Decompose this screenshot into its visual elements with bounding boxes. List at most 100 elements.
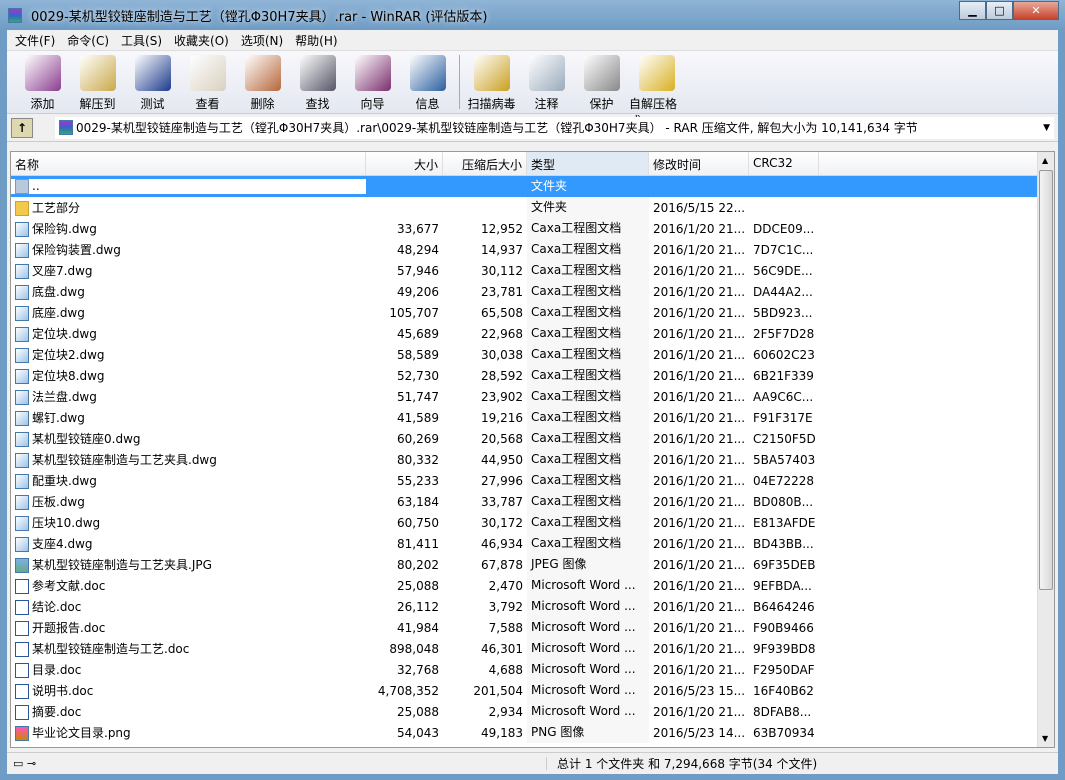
table-row[interactable]: 定位块2.dwg 58,589 30,038 Caxa工程图文档 2016/1/20 2…: [11, 344, 1054, 365]
table-row[interactable]: 支座4.dwg 81,411 46,934 Caxa工程图文档 2016/1/20 21…: [11, 533, 1054, 554]
table-row[interactable]: 底座.dwg 105,707 65,508 Caxa工程图文档 2016/1/20 21…: [11, 302, 1054, 323]
table-row[interactable]: 摘要.doc 25,088 2,934 Microsoft Word ... 2016/…: [11, 701, 1054, 722]
vertical-scrollbar[interactable]: ▲ ▼: [1037, 152, 1054, 747]
column-header[interactable]: CRC32: [749, 152, 819, 175]
toolbar-button-wizard[interactable]: 向导: [345, 55, 400, 112]
close-button[interactable]: ✕: [1013, 1, 1059, 20]
table-row[interactable]: 参考文献.doc 25,088 2,470 Microsoft Word ... 201…: [11, 575, 1054, 596]
toolbar-button-view[interactable]: 查看: [180, 55, 235, 112]
file-size: 45,689: [397, 326, 439, 341]
toolbar-button-find[interactable]: 查找: [290, 55, 345, 112]
modified-time: 2016/1/20 21...: [653, 431, 746, 446]
cell: 2016/1/20 21...: [649, 558, 749, 572]
table-row[interactable]: 毕业论文目录.png 54,043 49,183 PNG 图像 2016/5/23 14…: [11, 722, 1054, 743]
table-row[interactable]: 定位块8.dwg 52,730 28,592 Caxa工程图文档 2016/1/20 2…: [11, 365, 1054, 386]
table-row[interactable]: 某机型铰链座制造与工艺夹具.JPG 80,202 67,878 JPEG 图像 2016…: [11, 554, 1054, 575]
file-size: 80,332: [397, 452, 439, 467]
modified-time: 2016/1/20 21...: [653, 599, 746, 614]
table-row[interactable]: 某机型铰链座0.dwg 60,269 20,568 Caxa工程图文档 2016/1/2…: [11, 428, 1054, 449]
table-row[interactable]: 配重块.dwg 55,233 27,996 Caxa工程图文档 2016/1/20 21…: [11, 470, 1054, 491]
scroll-down-icon[interactable]: ▼: [1042, 734, 1048, 743]
column-header[interactable]: 类型: [527, 152, 649, 175]
path-dropdown-icon[interactable]: ▼: [1043, 123, 1050, 133]
table-row[interactable]: 底盘.dwg 49,206 23,781 Caxa工程图文档 2016/1/20 21.…: [11, 281, 1054, 302]
table-row[interactable]: 开题报告.doc 41,984 7,588 Microsoft Word ... 201…: [11, 617, 1054, 638]
cell: 57,946: [366, 264, 443, 278]
table-row[interactable]: 螺钉.dwg 41,589 19,216 Caxa工程图文档 2016/1/20 21.…: [11, 407, 1054, 428]
crc32: 8DFAB8...: [753, 704, 812, 719]
file-type: Caxa工程图文档: [531, 347, 622, 361]
scroll-up-icon[interactable]: ▲: [1042, 156, 1048, 165]
toolbar-button-comment[interactable]: 注释: [519, 55, 574, 112]
modified-time: 2016/1/20 21...: [653, 389, 746, 404]
table-row[interactable]: 结论.doc 26,112 3,792 Microsoft Word ... 2016/…: [11, 596, 1054, 617]
table-row[interactable]: 某机型铰链座制造与工艺.doc 898,048 46,301 Microsoft Wo…: [11, 638, 1054, 659]
menu-item[interactable]: 选项(N): [235, 32, 289, 49]
table-row[interactable]: 定位块.dwg 45,689 22,968 Caxa工程图文档 2016/1/20 21…: [11, 323, 1054, 344]
file-name: 目录.doc: [32, 663, 82, 677]
table-row[interactable]: .. 文件夹: [11, 176, 1054, 197]
modified-time: 2016/1/20 21...: [653, 452, 746, 467]
table-row[interactable]: 叉座7.dwg 57,946 30,112 Caxa工程图文档 2016/1/20 21…: [11, 260, 1054, 281]
menu-item[interactable]: 收藏夹(O): [168, 32, 235, 49]
menu-item[interactable]: 文件(F): [9, 32, 61, 49]
file-type: Microsoft Word ...: [531, 704, 636, 718]
table-row[interactable]: 压块10.dwg 60,750 30,172 Caxa工程图文档 2016/1/20 2…: [11, 512, 1054, 533]
toolbar-button-extract-to[interactable]: 解压到: [70, 55, 125, 112]
cell: AA9C6C...: [749, 390, 819, 404]
toolbar-button-test[interactable]: 测试: [125, 55, 180, 112]
toolbar-button-add-archive[interactable]: 添加: [15, 55, 70, 112]
file-name: 开题报告.doc: [32, 621, 106, 635]
cell: 2016/1/20 21...: [649, 306, 749, 320]
file-name: 说明书.doc: [32, 684, 94, 698]
file-size: 81,411: [397, 536, 439, 551]
cell: F90B9466: [749, 621, 819, 635]
packed-size: 30,038: [481, 347, 523, 362]
column-header[interactable]: 压缩后大小: [443, 152, 527, 175]
column-header[interactable]: 大小: [366, 152, 443, 175]
archive-icon: [59, 120, 73, 135]
toolbar-button-virus-scan[interactable]: 扫描病毒: [464, 55, 519, 112]
cell: 20,568: [443, 432, 527, 446]
toolbar-button-delete[interactable]: 删除: [235, 55, 290, 112]
modified-time: 2016/1/20 21...: [653, 641, 746, 656]
up-folder-button[interactable]: ↑: [11, 117, 33, 138]
menu-item[interactable]: 命令(C): [61, 32, 115, 49]
minimize-button[interactable]: ▁: [959, 1, 986, 20]
file-type: Caxa工程图文档: [531, 368, 622, 382]
toolbar-button-info[interactable]: 信息: [400, 55, 455, 112]
scroll-thumb[interactable]: [1039, 170, 1053, 590]
file-name: 摘要.doc: [32, 705, 82, 719]
table-row[interactable]: 法兰盘.dwg 51,747 23,902 Caxa工程图文档 2016/1/20 21…: [11, 386, 1054, 407]
modified-time: 2016/1/20 21...: [653, 494, 746, 509]
cell: 12,952: [443, 222, 527, 236]
table-row[interactable]: 压板.dwg 63,184 33,787 Caxa工程图文档 2016/1/20 21.…: [11, 491, 1054, 512]
maximize-button[interactable]: □: [986, 1, 1013, 20]
table-row[interactable]: 某机型铰链座制造与工艺夹具.dwg 80,332 44,950 Caxa工程图文档 20…: [11, 449, 1054, 470]
file-type-icon: [15, 369, 29, 384]
cell: 2F5F7D28: [749, 327, 819, 341]
cell: 30,112: [443, 264, 527, 278]
cell: Microsoft Word ...: [527, 659, 649, 680]
file-type-icon: [15, 474, 29, 489]
table-row[interactable]: 目录.doc 32,768 4,688 Microsoft Word ... 2016/…: [11, 659, 1054, 680]
menu-item[interactable]: 工具(S): [115, 32, 168, 49]
modified-time: 2016/1/20 21...: [653, 263, 746, 278]
path-field[interactable]: 0029-某机型铰链座制造与工艺（镗孔Φ30H7夹具）.rar\0029-某机型…: [55, 116, 1054, 139]
crc32: 63B70934: [753, 725, 815, 740]
cell: 2016/1/20 21...: [649, 537, 749, 551]
cell: 毕业论文目录.png: [11, 724, 366, 741]
toolbar-button-protect[interactable]: 保护: [574, 55, 629, 112]
cell: Microsoft Word ...: [527, 680, 649, 701]
packed-size: 23,902: [481, 389, 523, 404]
cell: 2016/1/20 21...: [649, 348, 749, 362]
column-header[interactable]: 名称: [11, 152, 366, 175]
column-header[interactable]: 修改时间: [649, 152, 749, 175]
path-text: 0029-某机型铰链座制造与工艺（镗孔Φ30H7夹具）.rar\0029-某机型…: [76, 121, 918, 135]
table-row[interactable]: 保险钩装置.dwg 48,294 14,937 Caxa工程图文档 2016/1/20 …: [11, 239, 1054, 260]
table-row[interactable]: 保险钩.dwg 33,677 12,952 Caxa工程图文档 2016/1/20 21…: [11, 218, 1054, 239]
table-row[interactable]: 工艺部分 文件夹 2016/5/15 22...: [11, 197, 1054, 218]
cell: 2016/1/20 21...: [649, 327, 749, 341]
table-row[interactable]: 说明书.doc 4,708,352 201,504 Microsoft Word ..…: [11, 680, 1054, 701]
menu-item[interactable]: 帮助(H): [289, 32, 343, 49]
